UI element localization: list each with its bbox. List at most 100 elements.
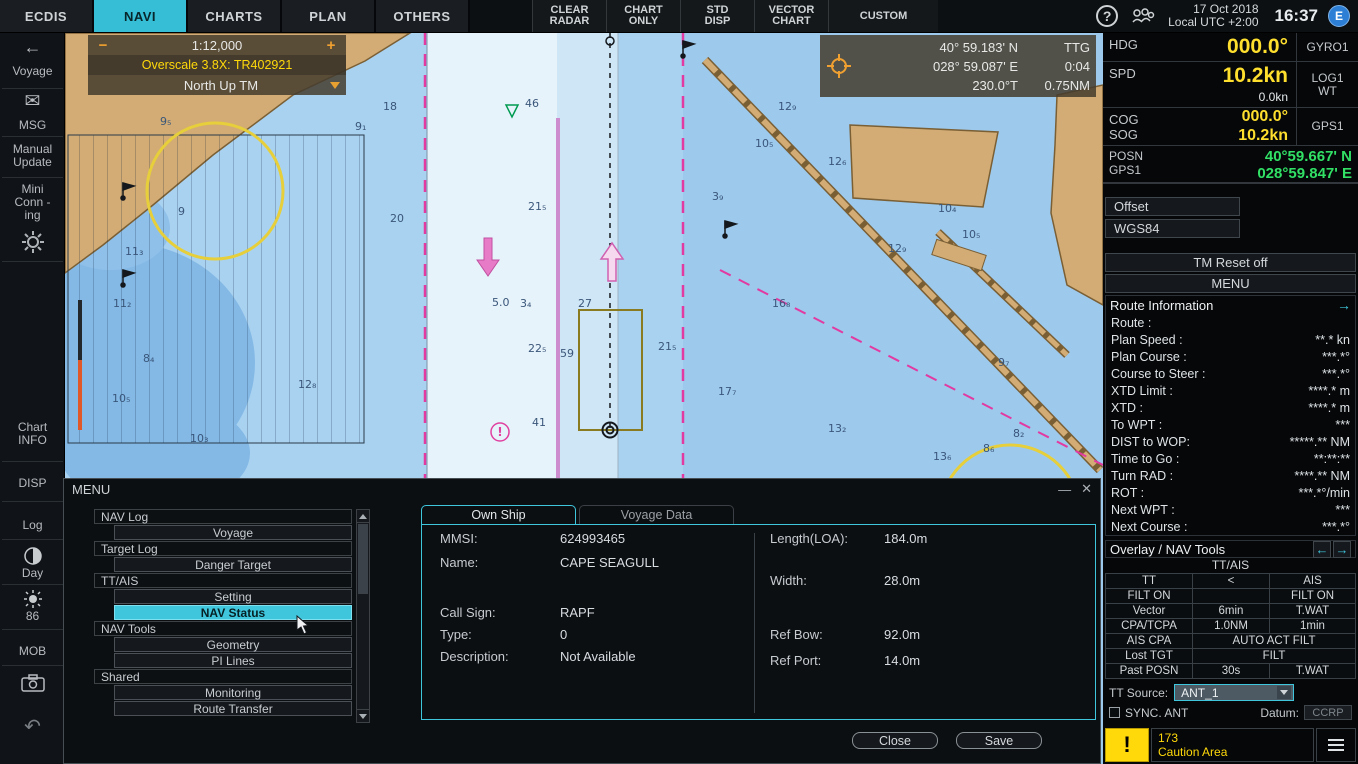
help-icon[interactable]: ? (1096, 5, 1118, 27)
nav-item-monitoring[interactable]: Monitoring (114, 685, 352, 700)
close-button[interactable]: Close (852, 732, 938, 749)
sidebar-item-mob[interactable]: MOB (0, 645, 65, 658)
vector-chart-button[interactable]: VECTOR CHART (754, 0, 828, 32)
vector-time-button[interactable]: 6min (1193, 604, 1269, 618)
cpa-value-button[interactable]: 1.0NM (1193, 619, 1269, 633)
ref-port-label: Ref Port: (770, 653, 821, 668)
sidebar-item-day[interactable]: Day (0, 567, 65, 580)
orientation-selector[interactable]: North Up TM (88, 75, 346, 95)
sync-ant-checkbox[interactable] (1109, 707, 1120, 718)
sidebar-item-msg[interactable]: MSG (0, 119, 65, 132)
tab-plan[interactable]: PLAN (282, 0, 376, 32)
nav-category-shared[interactable]: Shared (94, 669, 352, 684)
scroll-up-icon[interactable] (357, 510, 369, 523)
tab-voyage-data[interactable]: Voyage Data (579, 505, 734, 524)
tcpa-value-button[interactable]: 1min (1270, 619, 1355, 633)
ttais-subtab[interactable]: TT/AIS (1105, 558, 1356, 573)
nav-category-tt-ais[interactable]: TT/AIS (94, 573, 352, 588)
datum-wgs84-box[interactable]: WGS84 (1105, 219, 1240, 238)
nav-item-setting[interactable]: Setting (114, 589, 352, 604)
offset-button[interactable]: Offset (1105, 197, 1240, 216)
tt-filter-button[interactable]: FILT ON (1106, 589, 1192, 603)
sidebar-item-chart-info[interactable]: Chart INFO (0, 421, 65, 447)
envelope-icon[interactable]: ✉ (0, 95, 65, 108)
length-loa-value: 184.0m (884, 531, 927, 546)
description-value: Not Available (560, 649, 636, 664)
route-info-arrow-icon[interactable]: → (1337, 297, 1351, 313)
minimize-icon[interactable]: — (1058, 482, 1071, 497)
std-disp-button[interactable]: STD DISP (680, 0, 754, 32)
scroll-thumb[interactable] (358, 524, 368, 594)
depth-sounding: 8₂ (1013, 427, 1024, 440)
depth-sounding: 27 (578, 297, 592, 310)
ref-port-value: 14.0m (884, 653, 920, 668)
tt-ais-toggle[interactable]: < (1193, 574, 1269, 588)
tab-navi[interactable]: NAVI (94, 0, 188, 32)
lost-target-label: Lost TGT (1106, 649, 1192, 663)
tab-ecdis[interactable]: ECDIS (0, 0, 94, 32)
route-row: DIST to WOP:*****.** NM (1106, 433, 1355, 450)
sidebar-item-manual-update[interactable]: Manual Update (0, 143, 65, 169)
ais-filter-button[interactable]: FILT ON (1270, 589, 1355, 603)
alert-text-box[interactable]: 173 Caution Area (1151, 728, 1314, 762)
tab-others[interactable]: OTHERS (376, 0, 470, 32)
ais-cpa-mode-button[interactable]: AUTO ACT FILT (1193, 634, 1355, 648)
left-arrow-icon[interactable]: ← (1313, 541, 1331, 558)
group-icon[interactable] (1128, 5, 1158, 27)
past-posn-ref-button[interactable]: T.WAT (1270, 664, 1355, 678)
ais-header: AIS (1270, 574, 1355, 588)
nav-item-pi-lines[interactable]: PI Lines (114, 653, 352, 668)
undo-icon[interactable]: ↶ (0, 721, 65, 734)
nav-item-voyage[interactable]: Voyage (114, 525, 352, 540)
alert-list-button[interactable] (1316, 728, 1356, 762)
tab-charts[interactable]: CHARTS (188, 0, 282, 32)
vector-ref-button[interactable]: T.WAT (1270, 604, 1355, 618)
sidebar-item-mini-conning[interactable]: Mini Conn -ing (0, 183, 65, 222)
save-button[interactable]: Save (956, 732, 1042, 749)
nav-category-target-log[interactable]: Target Log (94, 541, 352, 556)
tm-reset-button[interactable]: TM Reset off (1105, 253, 1356, 272)
lost-target-filter-button[interactable]: FILT (1193, 649, 1355, 663)
chart-scale-panel: − 1:12,000 + Overscale 3.8X: TR402921 No… (88, 35, 346, 95)
nav-item-route-transfer[interactable]: Route Transfer (114, 701, 352, 716)
sidebar-item-voyage[interactable]: Voyage (0, 65, 65, 78)
warning-icon[interactable]: ! (1105, 728, 1149, 762)
close-icon[interactable]: ✕ (1081, 481, 1092, 497)
gear-icon[interactable] (0, 229, 65, 258)
depth-sounding: 12₉ (888, 242, 906, 255)
menu-button[interactable]: MENU (1105, 274, 1356, 293)
cpa-tcpa-label: CPA/TCPA (1106, 619, 1192, 633)
tab-own-ship[interactable]: Own Ship (421, 505, 576, 524)
camera-icon[interactable] (0, 673, 65, 696)
mmsi-label: MMSI: (440, 531, 478, 546)
sidebar-item-brilliance[interactable]: 86 (0, 610, 65, 623)
nav-category-nav-log[interactable]: NAV Log (94, 509, 352, 524)
right-arrow-icon[interactable]: → (1333, 541, 1351, 558)
scroll-down-icon[interactable] (357, 709, 369, 722)
datum-value-box: CCRP (1304, 705, 1352, 720)
custom-button[interactable]: CUSTOM (828, 0, 938, 32)
sidebar-item-disp[interactable]: DISP (0, 477, 65, 490)
zoom-out-button[interactable]: − (94, 37, 112, 54)
back-arrow-icon[interactable]: ← (0, 41, 65, 54)
sidebar-item-log[interactable]: Log (0, 519, 65, 532)
nav-scrollbar[interactable] (356, 509, 370, 723)
ref-bow-value: 92.0m (884, 627, 920, 642)
vector-label: Vector (1106, 604, 1192, 618)
nav-item-danger-target[interactable]: Danger Target (114, 557, 352, 572)
zoom-in-button[interactable]: + (322, 37, 340, 54)
nav-category-nav-tools[interactable]: NAV Tools (94, 621, 352, 636)
route-information-panel: Route Information → Route : Plan Speed :… (1105, 295, 1356, 536)
clear-radar-button[interactable]: CLEAR RADAR (532, 0, 606, 32)
past-posn-time-button[interactable]: 30s (1193, 664, 1269, 678)
scale-row: − 1:12,000 + (88, 35, 346, 55)
chart-only-button[interactable]: CHART ONLY (606, 0, 680, 32)
topbar-right: ? 17 Oct 2018 Local UTC +2:00 16:37 E (938, 0, 1358, 32)
topbar-spacer (470, 0, 532, 32)
orientation-value: North Up TM (112, 78, 330, 93)
nav-item-nav-status[interactable]: NAV Status (114, 605, 352, 620)
status-badge[interactable]: E (1328, 5, 1350, 27)
tt-source-select[interactable]: ANT_1 (1174, 684, 1294, 701)
nav-item-geometry[interactable]: Geometry (114, 637, 352, 652)
route-row-value: ****.* m (1308, 401, 1350, 415)
